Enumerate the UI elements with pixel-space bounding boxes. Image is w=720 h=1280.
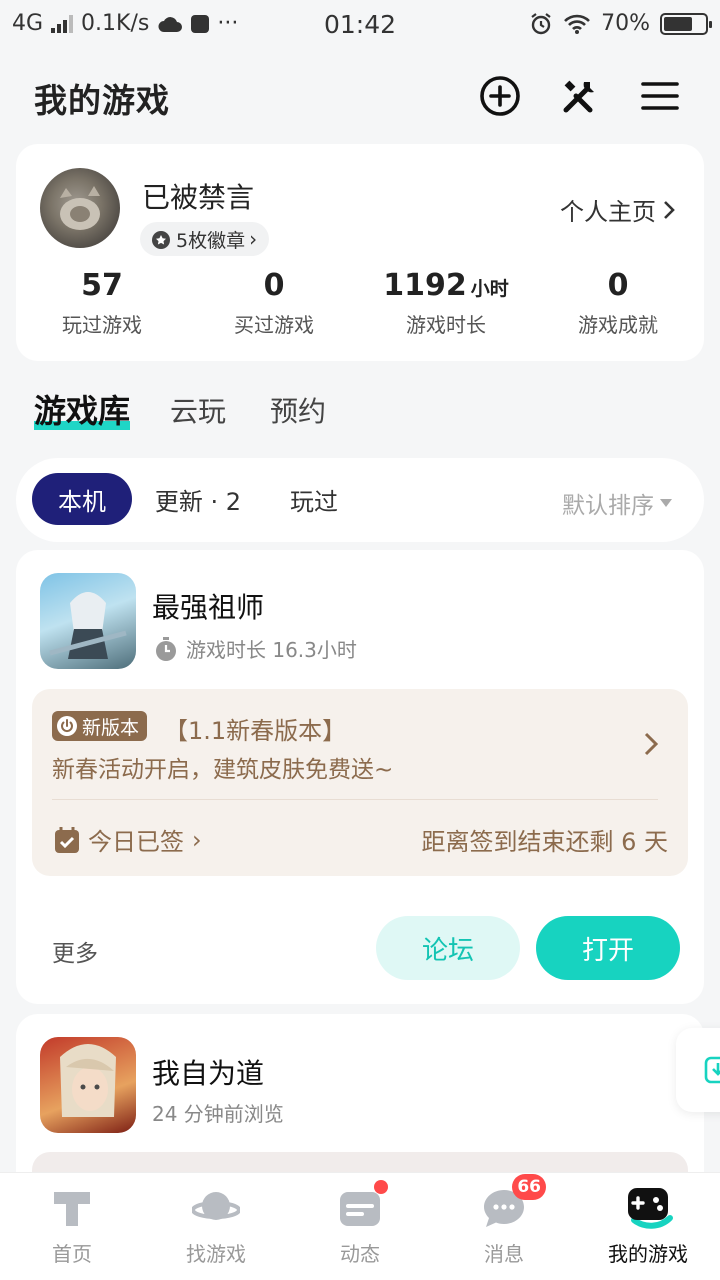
nav-feed[interactable]: 动态: [288, 1180, 432, 1267]
stat-unit: 小时: [470, 278, 509, 300]
notice-description: 新春活动开启，建筑皮肤免费送~: [52, 757, 394, 783]
notice-divider: [52, 799, 658, 800]
more-button[interactable]: 更多: [52, 934, 98, 968]
nav-find-games[interactable]: 找游戏: [144, 1184, 288, 1267]
stat-playtime[interactable]: 1192 小时游戏时长: [360, 268, 532, 338]
message-icon: 66: [480, 1174, 546, 1232]
forum-button[interactable]: 论坛: [376, 916, 520, 980]
stat-label: 游戏成就: [578, 313, 658, 337]
page-title: 我的游戏: [34, 81, 170, 120]
profile-home-link[interactable]: 个人主页: [560, 192, 676, 227]
battery-percent: 70%: [601, 11, 650, 36]
stat-played[interactable]: 57 玩过游戏: [16, 268, 188, 338]
unread-dot: [374, 1180, 388, 1194]
game-icon[interactable]: [40, 573, 136, 669]
nav-messages[interactable]: 66 消息: [432, 1174, 576, 1267]
stat-label: 玩过游戏: [62, 313, 142, 337]
nav-label: 找游戏: [186, 1242, 246, 1266]
tab-library[interactable]: 游戏库: [34, 386, 131, 432]
game-art: [60, 1044, 116, 1117]
status-bar: 4G 0.1K/s ··· 01:42 70%: [0, 0, 720, 50]
new-version-tag: 新版本: [52, 711, 148, 741]
filter-played[interactable]: 玩过: [272, 473, 356, 525]
daily-sign-in[interactable]: 今日已签 ›: [54, 822, 202, 857]
new-version-label: 新版本: [82, 716, 140, 739]
game-icon[interactable]: [40, 1037, 136, 1133]
stopwatch-icon: [156, 636, 176, 661]
filter-local[interactable]: 本机: [32, 473, 132, 525]
stat-label: 游戏时长: [406, 313, 486, 337]
badges-chip[interactable]: 5枚徽章 ›: [140, 222, 270, 256]
caret-down-icon: [660, 499, 672, 507]
nav-my-games[interactable]: 我的游戏: [576, 1184, 720, 1267]
avatar[interactable]: [40, 168, 120, 248]
game-name[interactable]: 最强祖师: [152, 586, 264, 626]
filter-updates[interactable]: 更新 · 2: [146, 473, 250, 525]
nav-label: 首页: [52, 1242, 92, 1266]
stat-label: 买过游戏: [234, 313, 314, 337]
sign-remaining: 距离签到结束还剩 6 天: [421, 828, 668, 856]
nav-label: 动态: [340, 1242, 380, 1266]
menu-icon[interactable]: [638, 74, 682, 118]
sort-label: 默认排序: [562, 493, 654, 519]
stat-value: 0: [607, 268, 629, 303]
stat-achievements[interactable]: 0 游戏成就: [532, 268, 704, 338]
tab-reservations[interactable]: 预约: [270, 390, 326, 430]
last-viewed: 24 分钟前浏览: [152, 1102, 284, 1126]
download-float-button[interactable]: [676, 1028, 720, 1112]
nav-label: 消息: [484, 1242, 524, 1266]
download-icon: [704, 1056, 720, 1084]
badges-label: 5枚徽章: [176, 229, 246, 252]
sign-status: 今日已签: [88, 828, 184, 856]
feed-icon: [336, 1180, 388, 1232]
power-icon: [57, 716, 77, 736]
tab-cloud-play[interactable]: 云玩: [170, 390, 226, 430]
chevron-right-icon: ›: [249, 227, 258, 251]
username: 已被禁言: [142, 181, 255, 214]
wifi-icon: [564, 14, 591, 34]
stat-value: 1192 小时: [383, 268, 509, 303]
status-right: 70%: [529, 11, 712, 36]
notice-title: 【1.1新春版本】: [164, 717, 347, 745]
game-art: [49, 592, 127, 659]
nav-label: 我的游戏: [608, 1242, 688, 1266]
game-playtime: 游戏时长 16.3小时: [154, 634, 357, 663]
chevron-right-icon[interactable]: [642, 730, 660, 758]
sort-dropdown[interactable]: 默认排序: [562, 486, 672, 520]
notice-peek: [32, 1152, 688, 1172]
stat-value: 57: [81, 268, 123, 303]
stat-bought[interactable]: 0 买过游戏: [188, 268, 360, 338]
tools-icon[interactable]: [558, 74, 602, 118]
cat-avatar-image: [60, 186, 100, 230]
medal-icon: [152, 231, 170, 249]
home-link-label: 个人主页: [560, 198, 656, 226]
planet-icon: [191, 1184, 241, 1232]
stat-value: 0: [263, 268, 285, 303]
alarm-icon: [531, 12, 551, 34]
playtime-text: 游戏时长 16.3小时: [186, 638, 357, 662]
battery-icon: [660, 12, 712, 35]
calendar-check-icon: [55, 826, 79, 853]
home-icon: [48, 1184, 96, 1232]
nav-home[interactable]: 首页: [0, 1184, 144, 1267]
chevron-right-icon: ›: [192, 825, 202, 854]
add-icon[interactable]: [478, 74, 522, 118]
message-count-badge: 66: [512, 1174, 546, 1200]
game-name[interactable]: 我自为道: [152, 1052, 264, 1092]
gamepad-icon: [624, 1184, 673, 1232]
battery-fill: [664, 16, 692, 31]
open-button[interactable]: 打开: [536, 916, 680, 980]
chevron-right-icon: [664, 200, 675, 219]
